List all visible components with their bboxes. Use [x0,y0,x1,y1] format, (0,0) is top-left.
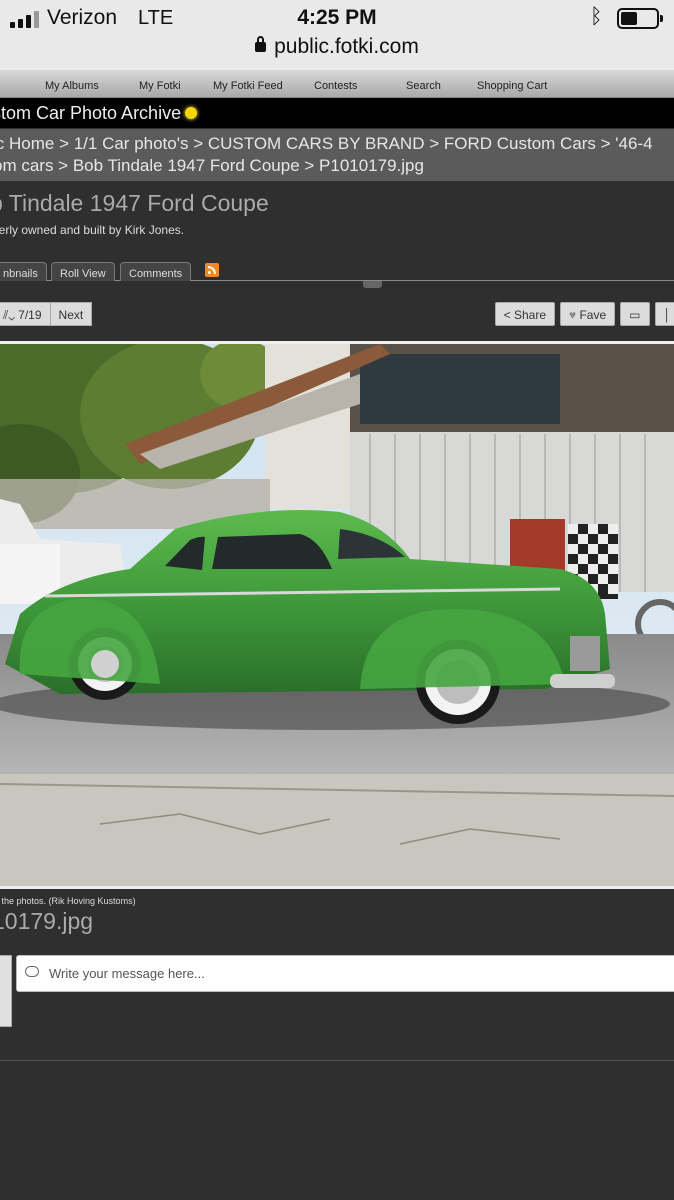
ios-status-bar: Verizon LTE 4:25 PM ᛒ public.fotki.com [0,0,674,70]
rss-icon[interactable] [205,263,219,277]
nav-shopping-cart[interactable]: Shopping Cart [477,80,547,92]
album-title: b Tindale 1947 Ford Coupe [0,190,269,216]
speech-bubble-icon: ▭ [629,308,641,322]
archive-header: stom Car Photo Archive [0,98,674,128]
avatar [0,955,12,1027]
photo-caption: n the photos. (Rik Hoving Kustoms) [0,896,136,906]
nav-my-albums[interactable]: My Albums [45,80,99,92]
archive-title[interactable]: stom Car Photo Archive [0,103,181,123]
fave-button[interactable]: ♥ Fave [560,302,616,326]
share-button[interactable]: < Share [494,302,555,326]
tab-comments[interactable]: Comments [120,262,192,281]
photo-pager: ⫽⌄ 7/19 Next [0,302,93,326]
photo-filename: 10179.jpg [0,908,94,934]
lock-icon [255,36,267,52]
photo-position-text: 7/19 [18,308,42,322]
photo-actions: < Share ♥ Fave ▭ │ [494,302,674,326]
comment-input[interactable] [16,955,674,992]
chevrons-down-icon: ⫽⌄ [3,308,19,322]
view-tabs: nbnails Roll View Comments [0,262,674,281]
flag-button[interactable]: │ [654,302,674,326]
nav-contests[interactable]: Contests [314,80,357,92]
main-photo[interactable] [0,341,674,889]
url-text: public.fotki.com [274,35,419,58]
share-icon: < [503,308,514,322]
share-label: Share [513,308,546,322]
speech-bubble-icon [25,966,39,977]
clock: 4:25 PM [297,6,377,29]
breadcrumb: ic Home > 1/1 Car photo's > CUSTOM CARS … [0,129,674,181]
nav-search[interactable]: Search [406,80,441,92]
comment-button[interactable]: ▭ [620,302,650,326]
divider [0,1060,674,1061]
breadcrumb-line-1[interactable]: ic Home > 1/1 Car photo's > CUSTOM CARS … [0,134,653,154]
bluetooth-icon: ᛒ [590,5,603,28]
tab-thumbnails[interactable]: nbnails [0,262,47,281]
nav-my-fotki-feed[interactable]: My Fotki Feed [213,80,283,92]
fave-label: Fave [579,308,607,322]
url-bar[interactable]: public.fotki.com [0,35,674,59]
tab-roll-view[interactable]: Roll View [51,262,115,281]
album-description: nerly owned and built by Kirk Jones. [0,223,185,237]
next-button[interactable]: Next [50,302,93,326]
flag-icon: │ [663,308,672,322]
sun-icon [185,107,198,119]
photo-position[interactable]: ⫽⌄ 7/19 [0,302,51,326]
collapse-handle[interactable] [363,281,382,288]
top-nav: My Albums My Fotki My Fotki Feed Contest… [0,70,674,98]
nav-my-fotki[interactable]: My Fotki [139,80,181,92]
car-photo-image [0,344,674,886]
breadcrumb-line-2[interactable]: om cars > Bob Tindale 1947 Ford Coupe > … [0,156,424,176]
battery-icon [617,8,663,29]
heart-icon: ♥ [569,308,580,322]
